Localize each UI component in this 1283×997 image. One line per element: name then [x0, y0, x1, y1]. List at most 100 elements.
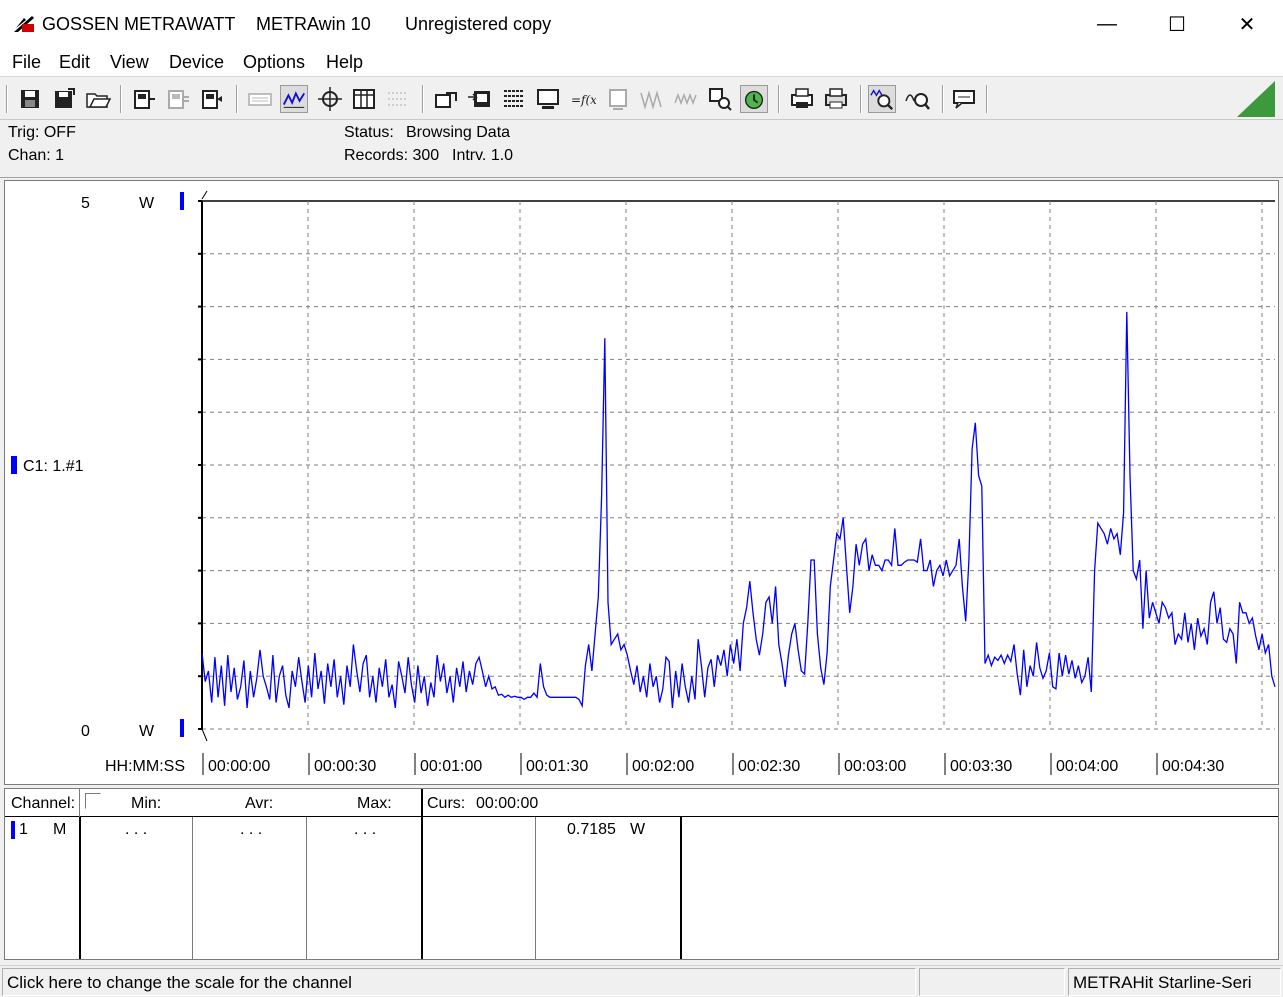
toolbar: =f(x) — [0, 76, 1283, 120]
y-max-scale-marker[interactable] — [180, 192, 184, 210]
toolbar-separator — [236, 85, 238, 113]
measurement-chart[interactable]: 5 W 0 W C1: 1.#1 HH:MM:SS 00:00:00 00:00:… — [5, 181, 1278, 784]
y-bottom-label: 0 — [81, 723, 90, 740]
trace-mode-icon[interactable] — [280, 85, 308, 113]
status-bar: Click here to change the scale for the c… — [0, 965, 1283, 997]
wave-disabled-icon — [640, 90, 662, 110]
statistics-table: Channel: Min: Avr: Max: Curs: 00:00:00 1… — [4, 788, 1279, 960]
brand-title: GOSSEN METRAWATT — [42, 14, 236, 34]
start-recording-icon[interactable] — [740, 85, 768, 113]
x-tick-label: 00:01:00 — [420, 758, 482, 775]
column-divider — [421, 789, 423, 959]
zoom-in-icon[interactable] — [868, 85, 896, 113]
print-preview-icon[interactable] — [788, 85, 816, 113]
grid-disabled-icon — [388, 92, 408, 106]
chart-panel[interactable]: 5 W 0 W C1: 1.#1 HH:MM:SS 00:00:00 00:00:… — [4, 180, 1279, 785]
records-count: Records: 300 — [344, 147, 440, 164]
status-hint[interactable]: Click here to change the scale for the c… — [2, 968, 916, 996]
row-channel: 1 — [19, 821, 28, 838]
menu-bar: File Edit View Device Options Help — [0, 48, 1283, 76]
status-triangle-icon — [1237, 81, 1275, 117]
x-tick-label: 00:04:00 — [1056, 758, 1118, 775]
toolbar-separator — [120, 85, 122, 113]
open-folder-icon[interactable] — [84, 85, 112, 113]
trigger-status: Trig: OFF — [8, 124, 76, 141]
device-write-icon[interactable] — [198, 85, 226, 113]
search-device-icon[interactable] — [706, 85, 734, 113]
table-header-row — [5, 789, 1278, 817]
channel-header: Channel: — [11, 795, 76, 812]
comment-icon[interactable] — [950, 85, 978, 113]
x-axis-label: HH:MM:SS — [105, 758, 185, 775]
status-device: METRAHit Starline-Seri — [1068, 968, 1281, 996]
min-header: Min: — [131, 795, 162, 812]
device-read-icon[interactable] — [130, 85, 158, 113]
interval-value: Intrv. 1.0 — [452, 147, 514, 164]
table-row[interactable]: 1 M . . . . . . . . . 0.7185 W — [5, 817, 1278, 847]
list-icon[interactable] — [500, 85, 528, 113]
menu-file[interactable]: File — [12, 52, 41, 73]
toolbar-separator — [778, 85, 780, 113]
export-icon[interactable] — [432, 85, 460, 113]
device-disabled-icon — [168, 90, 189, 109]
toolbar-separator — [986, 85, 988, 113]
status-label: Status: — [344, 124, 394, 141]
y-min-scale-marker[interactable] — [180, 719, 184, 737]
channel-label[interactable]: C1: 1.#1 — [23, 458, 84, 475]
axis-arrow — [201, 190, 208, 200]
channel-checkbox[interactable] — [85, 793, 101, 809]
gossen-logo-icon — [14, 16, 34, 32]
info-panel: Trig: OFF Chan: 1 Status: Browsing Data … — [0, 120, 1283, 178]
menu-view[interactable]: View — [110, 52, 149, 73]
y-top-unit: W — [139, 195, 155, 212]
x-tick-label: 00:00:00 — [208, 758, 270, 775]
print-icon[interactable] — [822, 85, 850, 113]
menu-edit[interactable]: Edit — [59, 52, 90, 73]
menu-help[interactable]: Help — [326, 52, 363, 73]
status-value: Browsing Data — [406, 124, 511, 141]
toolbar-separator — [422, 85, 424, 113]
zoom-out-icon[interactable] — [904, 85, 932, 113]
monitor-icon[interactable] — [534, 85, 562, 113]
max-header: Max: — [357, 795, 392, 812]
formula-icon[interactable]: =f(x) — [568, 85, 596, 113]
toolbar-separator — [942, 85, 944, 113]
channel-color-marker — [11, 456, 17, 474]
close-icon: ✕ — [1238, 13, 1256, 36]
save-as-icon[interactable] — [50, 85, 78, 113]
minimize-icon: — — [1097, 12, 1117, 35]
menu-options[interactable]: Options — [243, 52, 305, 73]
save-icon[interactable] — [16, 85, 44, 113]
x-tick-label: 00:02:00 — [632, 758, 694, 775]
registration-text: Unregistered copy — [405, 14, 552, 34]
crosshair-icon[interactable] — [316, 85, 344, 113]
x-tick-label: 00:02:30 — [738, 758, 800, 775]
svg-text:=f(x): =f(x) — [571, 93, 596, 107]
data-trace — [201, 311, 1276, 709]
row-min: . . . — [125, 821, 148, 838]
row-cursor-value: 0.7185 — [567, 821, 616, 838]
cursor-time: 00:00:00 — [476, 795, 539, 812]
x-tick-label: 00:03:30 — [950, 758, 1012, 775]
title-bar: GOSSEN METRAWATT METRAwin 10 Unregistere… — [0, 0, 1283, 48]
table-view-icon[interactable] — [350, 85, 378, 113]
row-mode: M — [53, 821, 67, 838]
row-cursor-unit: W — [630, 821, 646, 838]
x-tick-label: 00:01:30 — [526, 758, 588, 775]
maximize-button[interactable]: ☐ — [1142, 0, 1212, 48]
close-button[interactable]: ✕ — [1212, 0, 1282, 48]
trace-line-c1 — [201, 311, 1276, 709]
avr-header: Avr: — [245, 795, 274, 812]
x-tick-label: 00:03:00 — [844, 758, 906, 775]
x-axis-labels: 00:00:00 00:00:30 00:01:00 00:01:30 00:02:00… — [202, 753, 1224, 775]
row-max: . . . — [354, 821, 377, 838]
menu-device[interactable]: Device — [169, 52, 224, 73]
x-tick-label: 00:00:30 — [314, 758, 376, 775]
toolbar-separator — [6, 85, 8, 113]
import-icon[interactable] — [466, 85, 494, 113]
status-empty-cell — [919, 968, 1065, 996]
channel-color-marker — [11, 821, 15, 839]
minimize-button[interactable]: — — [1072, 0, 1142, 48]
keyboard-disabled-icon — [248, 93, 272, 106]
y-top-label: 5 — [81, 195, 90, 212]
